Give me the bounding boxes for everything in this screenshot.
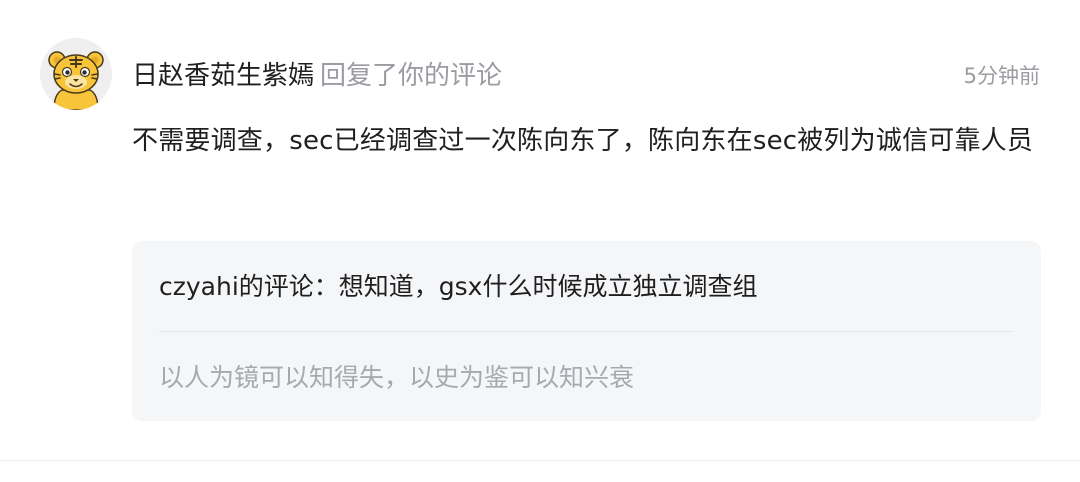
timestamp: 5分钟前 bbox=[963, 64, 1040, 88]
tiger-avatar-icon bbox=[40, 38, 112, 110]
original-post-text[interactable]: 以人为镜可以知得失，以史为鉴可以知兴衰 bbox=[159, 360, 634, 396]
reply-notification-card[interactable]: 日赵香茹生紫嫣 回复了你的评论 5分钟前 不需要调查，sec已经调查过一次陈向东了… bbox=[0, 0, 1080, 482]
list-divider bbox=[0, 460, 1080, 461]
avatar[interactable] bbox=[40, 38, 112, 110]
quoted-comment-box[interactable]: czyahi的评论：想知道，gsx什么时候成立独立调查组 以人为镜可以知得失，以… bbox=[132, 241, 1041, 421]
action-text: 回复了你的评论 bbox=[320, 61, 503, 91]
username-link[interactable]: 日赵香茹生紫嫣 bbox=[132, 61, 314, 91]
reply-text[interactable]: 不需要调查，sec已经调查过一次陈向东了，陈向东在sec被列为诚信可靠人员 bbox=[132, 120, 1042, 162]
notification-header: 日赵香茹生紫嫣 回复了你的评论 bbox=[132, 58, 502, 94]
quote-divider bbox=[159, 331, 1014, 332]
my-comment-text[interactable]: czyahi的评论：想知道，gsx什么时候成立独立调查组 bbox=[159, 269, 757, 305]
